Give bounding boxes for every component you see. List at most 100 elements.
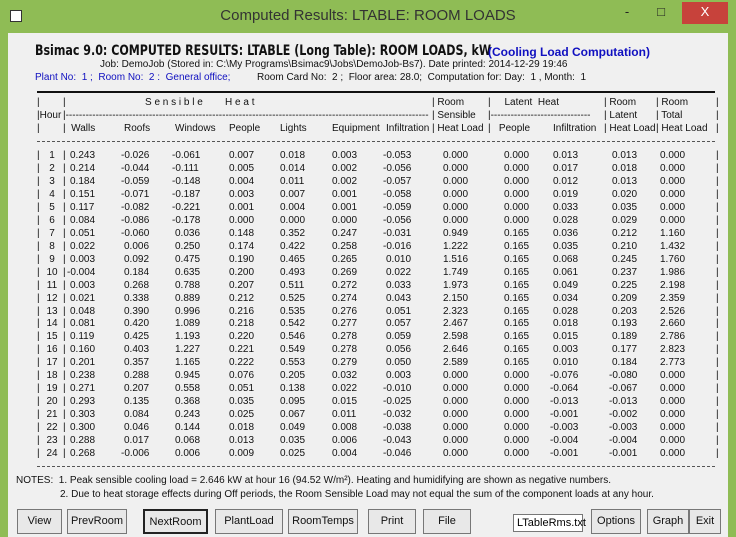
nextroom-button[interactable]: NextRoom — [143, 509, 208, 534]
table-cell: 0.475 — [175, 253, 201, 265]
table-cell: 0.210 — [612, 240, 638, 252]
print-button[interactable]: Print — [368, 509, 416, 534]
title-bar: Computed Results: LTABLE: ROOM LOADS - □… — [0, 0, 736, 33]
table-cell: 1.222 — [443, 240, 469, 252]
row-separator: | — [716, 266, 719, 278]
table-cell: 0.996 — [175, 305, 201, 317]
table-cell: 0.000 — [504, 175, 530, 187]
table-cell: -0.013 — [609, 396, 638, 408]
graph-button[interactable]: Graph — [647, 509, 689, 534]
column-header: | Room — [604, 97, 637, 108]
table-cell: 0.465 — [280, 253, 306, 265]
row-separator: | — [716, 396, 719, 408]
note-1: NOTES: 1. Peak sensible cooling load = 2… — [16, 475, 612, 486]
table-cell: 0.036 — [553, 227, 579, 239]
table-cell: 0.017 — [124, 435, 150, 447]
row-separator: | — [716, 292, 719, 304]
table-cell: -0.067 — [609, 383, 638, 395]
table-cell: 0.043 — [386, 292, 412, 304]
prevroom-button[interactable]: PrevRoom — [67, 509, 127, 534]
table-cell: 0.269 — [332, 266, 358, 278]
table-cell: 0.018 — [280, 150, 306, 161]
row-separator: | — [63, 150, 66, 161]
table-cell: 0.004 — [332, 448, 358, 460]
table-cell: 0.000 — [660, 188, 686, 200]
table-cell: 0.068 — [175, 435, 201, 447]
row-separator: | — [37, 448, 40, 460]
table-cell: 0.165 — [504, 227, 530, 239]
table-cell: 0.019 — [553, 188, 579, 200]
table-cell: 0.000 — [504, 201, 530, 213]
hour-cell: 7 — [49, 227, 55, 239]
table-cell: 1.986 — [660, 266, 686, 278]
column-header: |---------------------------------------… — [63, 110, 429, 121]
row-separator: | — [63, 396, 66, 408]
table-cell: 0.000 — [504, 370, 530, 382]
row-separator: | — [63, 357, 66, 369]
hour-cell: 24 — [46, 448, 58, 460]
view-button[interactable]: View — [17, 509, 62, 534]
row-separator: | — [716, 305, 719, 317]
table-cell: 0.000 — [443, 370, 469, 382]
table-cell: 0.034 — [553, 292, 579, 304]
table-cell: 0.003 — [229, 188, 255, 200]
output-file-field[interactable]: LTableRms.txt — [513, 514, 586, 532]
maximize-button[interactable]: □ — [644, 2, 678, 24]
table-cell: -0.043 — [383, 435, 412, 447]
row-separator: | — [37, 357, 40, 369]
hour-cell: 9 — [49, 253, 55, 265]
table-cell: 0.000 — [504, 396, 530, 408]
table-cell: 0.165 — [504, 266, 530, 278]
table-cell: 0.000 — [443, 201, 469, 213]
file-button[interactable]: File — [423, 509, 471, 534]
table-cell: 0.061 — [553, 266, 579, 278]
plantload-button[interactable]: PlantLoad — [215, 509, 283, 534]
table-cell: 0.193 — [612, 318, 638, 330]
table-cell: 0.338 — [124, 292, 150, 304]
minimize-button[interactable]: - — [612, 2, 642, 24]
hour-cell: 11 — [46, 279, 58, 291]
table-cell: 0.165 — [504, 305, 530, 317]
roomtemps-button[interactable]: RoomTemps — [288, 509, 358, 534]
table-cell: 1.227 — [175, 344, 201, 356]
column-header: | Latent — [604, 110, 638, 121]
table-cell: 0.525 — [280, 292, 306, 304]
table-cell: -0.061 — [172, 150, 201, 161]
table-cell: 0.119 — [70, 331, 95, 343]
table-cell: 0.000 — [660, 162, 686, 174]
table-cell: 1.193 — [175, 331, 201, 343]
row-separator: | — [63, 448, 66, 460]
table-cell: 0.011 — [280, 175, 305, 187]
table-cell: 0.635 — [175, 266, 201, 278]
table-cell: 0.028 — [553, 214, 579, 226]
table-cell: -0.031 — [383, 227, 412, 239]
row-separator: | — [37, 150, 40, 161]
table-cell: 0.084 — [70, 214, 96, 226]
table-cell: -0.056 — [383, 214, 412, 226]
row-separator: | — [63, 409, 66, 421]
row-separator: | — [37, 305, 40, 317]
table-cell: 0.212 — [612, 227, 638, 239]
table-cell: -0.060 — [121, 227, 150, 239]
table-cell: 0.013 — [612, 175, 638, 187]
table-cell: 0.268 — [124, 279, 150, 291]
exit-button[interactable]: Exit — [689, 509, 721, 534]
row-separator: | — [63, 162, 66, 174]
table-cell: 0.003 — [70, 279, 96, 291]
options-button[interactable]: Options — [591, 509, 641, 534]
table-cell: 2.150 — [443, 292, 469, 304]
table-cell: 0.200 — [229, 266, 255, 278]
close-button[interactable]: X — [682, 2, 728, 24]
table-cell: 0.048 — [70, 305, 96, 317]
table-cell: 0.425 — [124, 331, 150, 343]
row-separator: | — [37, 214, 40, 226]
table-cell: 0.000 — [443, 383, 469, 395]
table-cell: 0.000 — [504, 150, 530, 161]
table-cell: 0.056 — [386, 344, 412, 356]
table-cell: -0.076 — [550, 370, 579, 382]
table-cell: 0.081 — [70, 318, 96, 330]
hour-cell: 16 — [46, 344, 58, 356]
table-cell: -0.001 — [550, 448, 579, 460]
row-separator: | — [63, 344, 66, 356]
table-cell: 0.293 — [70, 396, 96, 408]
